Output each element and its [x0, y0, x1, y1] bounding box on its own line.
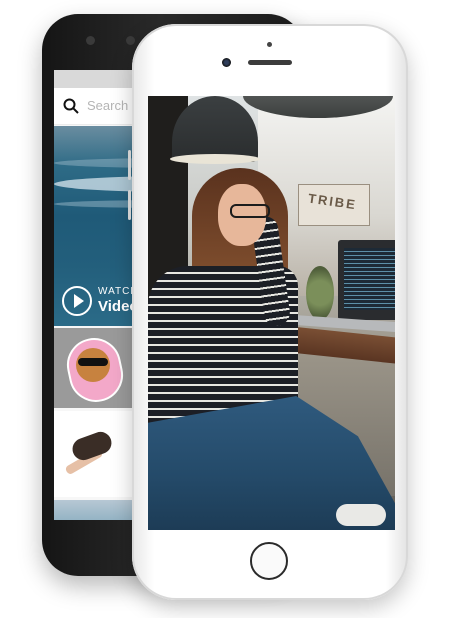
- sunglasses-decor: [78, 358, 108, 366]
- home-button[interactable]: [250, 542, 288, 580]
- back-phone-camera: [86, 36, 95, 45]
- glasses: [230, 204, 270, 218]
- play-icon[interactable]: [62, 286, 92, 316]
- lamp-rim: [170, 154, 260, 164]
- front-phone-screen: TRIBE: [148, 96, 395, 530]
- search-input[interactable]: Search: [87, 98, 128, 113]
- search-icon: [63, 98, 79, 114]
- back-phone-sensor: [126, 36, 135, 45]
- proximity-sensor: [267, 42, 272, 47]
- volume-up-key: [128, 150, 131, 180]
- shoe: [336, 504, 386, 526]
- laptop-screen: [344, 248, 395, 310]
- front-camera: [222, 58, 231, 67]
- earpiece-speaker: [248, 60, 292, 65]
- plant: [306, 266, 334, 320]
- volume-down-key: [128, 190, 131, 220]
